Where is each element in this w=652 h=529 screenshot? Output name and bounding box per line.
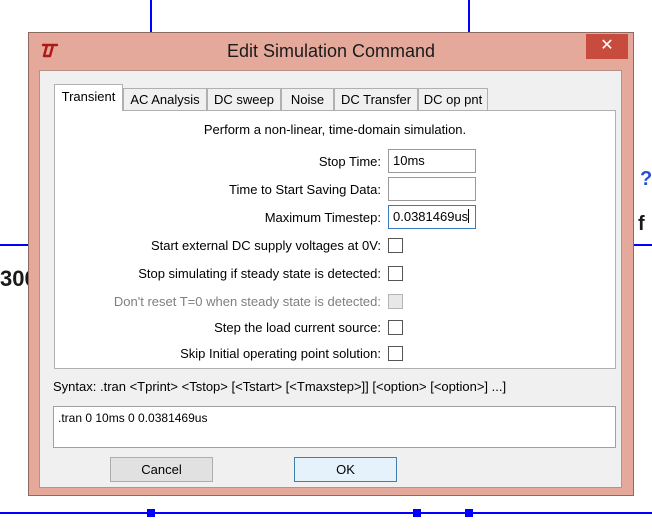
option-label-skip-op: Skip Initial operating point solution: [180, 346, 381, 361]
stop-time-label: Stop Time: [318, 154, 381, 169]
text-caret [468, 209, 470, 223]
max-timestep-input[interactable]: 0.0381469us [388, 205, 476, 229]
transient-panel: Perform a non-linear, time-domain simula… [54, 110, 616, 369]
max-timestep-value: 0.0381469us [393, 209, 469, 224]
schematic-label: f [638, 213, 645, 235]
schematic-wire [634, 244, 652, 246]
cancel-button[interactable]: Cancel [110, 457, 213, 482]
schematic-node [413, 509, 421, 517]
schematic-node [147, 509, 155, 517]
option-label-steady-state: Stop simulating if steady state is detec… [138, 266, 381, 281]
title-bar[interactable]: Edit Simulation Command ✕ [29, 33, 633, 67]
edit-simulation-dialog: Edit Simulation Command ✕ Transient AC A… [28, 32, 634, 496]
schematic-label: 300 [0, 266, 28, 291]
panel-description: Perform a non-linear, time-domain simula… [203, 122, 467, 137]
start-saving-label: Time to Start Saving Data: [229, 182, 381, 197]
stop-time-input[interactable]: 10ms [388, 149, 476, 173]
tab-noise[interactable]: Noise [281, 88, 334, 110]
schematic-wire [150, 0, 152, 34]
checkbox-dc-supply-0v[interactable] [388, 238, 403, 253]
schematic-wire [468, 0, 470, 34]
dialog-client-area: Transient AC Analysis DC sweep Noise DC … [39, 70, 622, 488]
ok-button[interactable]: OK [294, 457, 397, 482]
max-timestep-label: Maximum Timestep: [264, 210, 381, 225]
tab-dc-op-pnt[interactable]: DC op pnt [418, 88, 488, 110]
checkbox-dont-reset-t0 [388, 294, 403, 309]
schematic-label: ? [640, 168, 652, 190]
tab-dc-sweep[interactable]: DC sweep [207, 88, 281, 110]
command-preview[interactable]: .tran 0 10ms 0 0.0381469us [53, 406, 616, 448]
tab-ac-analysis[interactable]: AC Analysis [123, 88, 207, 110]
stop-time-value: 10ms [393, 153, 425, 168]
checkbox-skip-op-point[interactable] [388, 346, 403, 361]
command-text: .tran 0 10ms 0 0.0381469us [58, 411, 208, 425]
schematic-wire [0, 244, 28, 246]
dialog-title: Edit Simulation Command [226, 41, 436, 61]
syntax-hint: Syntax: .tran <Tprint> <Tstop> [<Tstart>… [53, 379, 507, 394]
option-label-dc-supply: Start external DC supply voltages at 0V: [150, 238, 381, 253]
start-saving-input[interactable] [388, 177, 476, 201]
tab-transient[interactable]: Transient [54, 84, 123, 111]
schematic-node [465, 509, 473, 517]
option-label-no-reset: Don't reset T=0 when steady state is det… [113, 294, 381, 309]
tab-dc-transfer[interactable]: DC Transfer [334, 88, 418, 110]
checkbox-stop-steady-state[interactable] [388, 266, 403, 281]
schematic-wire [0, 512, 652, 514]
checkbox-step-load-current[interactable] [388, 320, 403, 335]
option-label-step-load: Step the load current source: [214, 320, 381, 335]
close-button[interactable]: ✕ [586, 34, 628, 59]
